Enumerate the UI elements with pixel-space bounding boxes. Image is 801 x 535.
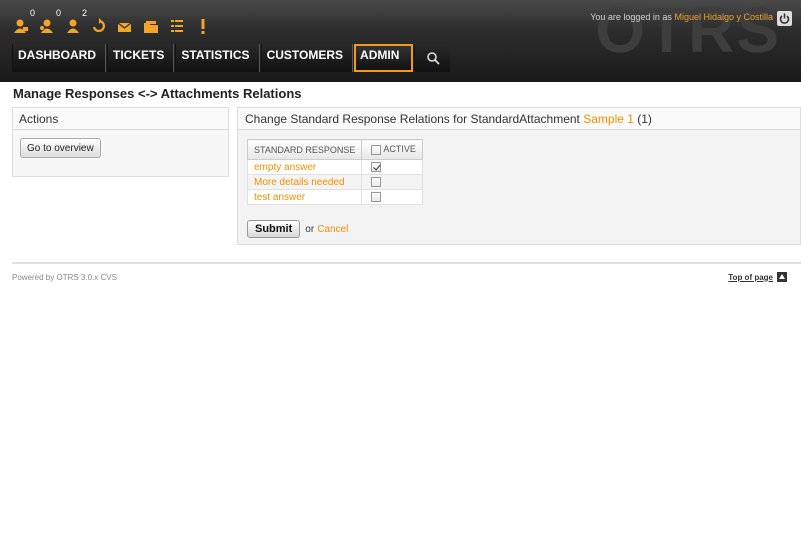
otrs-logo: OTRS	[595, 0, 781, 66]
watched-tickets-count: 0	[55, 8, 61, 18]
header: OTRS 0 0 2 You are logged in as Miguel H…	[0, 0, 801, 82]
attachment-link[interactable]: Sample 1	[583, 112, 634, 126]
nav-admin[interactable]: ADMIN	[354, 44, 414, 72]
response-link[interactable]: More details needed	[254, 177, 345, 188]
col-active: ACTIVE	[361, 139, 423, 160]
nav-tickets[interactable]: TICKETS	[107, 44, 175, 72]
top-of-page-link[interactable]: Top of page	[728, 272, 787, 282]
active-checkbox[interactable]	[371, 176, 382, 187]
list-icon[interactable]	[166, 12, 188, 34]
active-checkbox[interactable]	[371, 161, 382, 172]
nav-search-button[interactable]	[414, 44, 451, 72]
nav-dashboard[interactable]: DASHBOARD	[12, 44, 106, 72]
arrow-up-icon	[777, 272, 787, 282]
folder-icon[interactable]	[140, 12, 162, 34]
form-actions: Submit or Cancel	[247, 220, 348, 238]
table-row: test answer	[246, 189, 423, 205]
actions-sidebar: Actions Go to overview	[12, 107, 229, 177]
toolbar: 0 0 2	[10, 8, 218, 34]
footer: Powered by OTRS 3.0.x CVS Top of page	[12, 262, 801, 282]
main-nav: DASHBOARD TICKETS STATISTICS CUSTOMERS A…	[12, 44, 451, 72]
logout-button[interactable]	[777, 11, 792, 26]
relations-table: STANDARD RESPONSE ACTIVE empty answer Mo…	[246, 139, 423, 205]
select-all-checkbox[interactable]	[371, 144, 382, 155]
locked-tickets-icon[interactable]: 0	[10, 8, 35, 34]
watched-tickets-icon[interactable]: 0	[36, 8, 61, 34]
nav-statistics[interactable]: STATISTICS	[175, 44, 260, 72]
user-name-link[interactable]: Miguel Hidalgo y Costilla	[674, 12, 773, 22]
page-title: Manage Responses <-> Attachments Relatio…	[13, 86, 302, 101]
table-row: empty answer	[246, 159, 423, 175]
email-icon[interactable]	[114, 12, 136, 34]
responsible-tickets-count: 2	[81, 8, 87, 18]
escalation-icon[interactable]	[192, 12, 214, 34]
cancel-link[interactable]: Cancel	[317, 224, 348, 235]
power-icon	[779, 13, 790, 24]
col-active-label: ACTIVE	[383, 144, 416, 155]
login-info: You are logged in as Miguel Hidalgo y Co…	[590, 12, 773, 22]
active-checkbox[interactable]	[371, 191, 382, 202]
locked-tickets-count: 0	[29, 8, 35, 18]
or-text: or	[305, 223, 315, 235]
relations-panel: Change Standard Response Relations for S…	[237, 107, 801, 245]
response-link[interactable]: empty answer	[254, 162, 316, 173]
relations-heading: Change Standard Response Relations for S…	[238, 108, 800, 130]
col-standard-response: STANDARD RESPONSE	[246, 139, 363, 160]
heading-prefix: Change Standard Response Relations for S…	[245, 112, 580, 126]
powered-by: Powered by OTRS 3.0.x CVS	[12, 273, 117, 282]
top-of-page-label: Top of page	[728, 272, 773, 282]
search-icon	[427, 52, 440, 65]
table-row: More details needed	[246, 174, 423, 190]
login-prefix: You are logged in as	[590, 12, 672, 22]
response-link[interactable]: test answer	[254, 192, 305, 203]
refresh-icon[interactable]	[88, 12, 110, 34]
nav-customers[interactable]: CUSTOMERS	[260, 44, 354, 72]
submit-button[interactable]: Submit	[247, 220, 301, 238]
attachment-id: (1)	[637, 112, 652, 126]
actions-heading: Actions	[13, 108, 228, 130]
responsible-tickets-icon[interactable]: 2	[62, 8, 87, 34]
go-to-overview-button[interactable]: Go to overview	[20, 138, 101, 158]
